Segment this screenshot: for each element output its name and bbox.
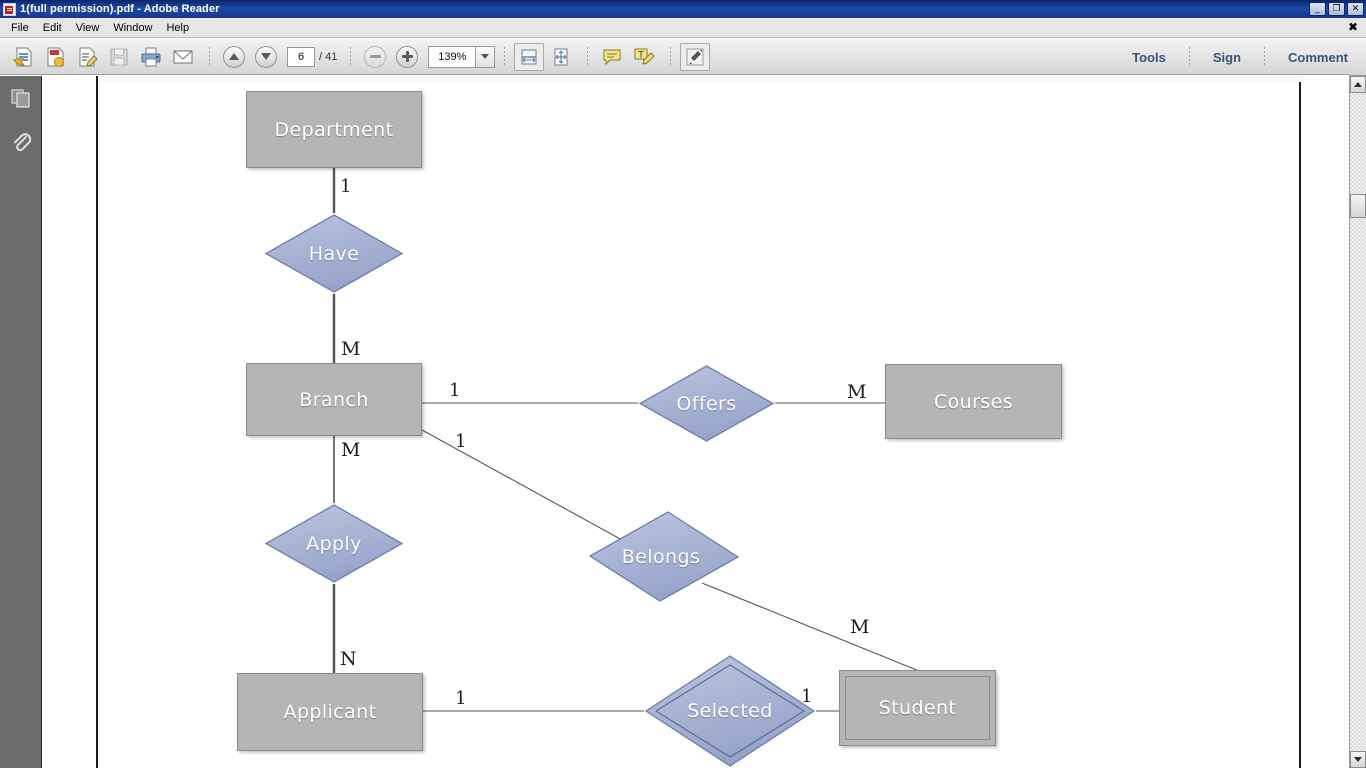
relationship-label: Belongs [621, 545, 701, 568]
close-document-icon[interactable]: ✖ [1348, 21, 1358, 33]
maximize-button[interactable]: ❐ [1328, 2, 1345, 16]
menu-item-edit[interactable]: Edit [36, 20, 69, 36]
toolbar-right-commands: Tools Sign Comment [1118, 39, 1362, 75]
page-total-label: / 41 [319, 50, 338, 63]
navigation-pane [0, 76, 42, 768]
paperclip-icon [13, 133, 32, 152]
right-separator-1 [1188, 47, 1190, 67]
printer-icon[interactable] [136, 43, 166, 71]
relationship-selected[interactable]: Selected [644, 654, 816, 768]
menu-item-window[interactable]: Window [106, 20, 159, 36]
menu-item-view[interactable]: View [69, 20, 107, 36]
pdf-page: Department Branch Courses Applicant Stud… [96, 76, 1303, 768]
entity-applicant[interactable]: Applicant [237, 673, 423, 751]
relationship-apply[interactable]: Apply [264, 503, 404, 584]
window-title-bar[interactable]: 1(full permission).pdf - Adobe Reader _ … [0, 0, 1366, 18]
cardinality-have-branch: M [341, 338, 361, 360]
chevron-down-icon[interactable] [476, 45, 496, 68]
close-button[interactable]: ✕ [1347, 2, 1364, 16]
entity-label: Branch [299, 388, 369, 411]
toolbar-separator-5 [670, 46, 672, 67]
relationship-label: Selected [687, 699, 773, 722]
entity-label: Department [274, 118, 394, 141]
pdf-file-icon [3, 2, 16, 16]
zoom-out-icon[interactable] [360, 43, 390, 71]
page-thumbnails-button[interactable] [0, 76, 42, 120]
er-diagram: Department Branch Courses Applicant Stud… [98, 76, 1303, 768]
sign-button[interactable]: Sign [1199, 44, 1255, 71]
cardinality-department-have: 1 [340, 176, 352, 197]
cardinality-applicant-selected: 1 [455, 688, 467, 709]
entity-branch[interactable]: Branch [246, 363, 422, 436]
scroll-down-arrow-icon[interactable] [1350, 751, 1366, 768]
entity-courses[interactable]: Courses [885, 364, 1062, 439]
document-viewport[interactable]: Department Branch Courses Applicant Stud… [43, 76, 1343, 768]
page-number-input[interactable]: 6 [287, 46, 315, 67]
relationship-belongs[interactable]: Belongs [588, 509, 740, 604]
entity-department[interactable]: Department [246, 91, 422, 168]
toolbar-separator-3 [504, 46, 506, 67]
toolbar-separator-4 [587, 46, 589, 67]
cardinality-selected-student: 1 [801, 686, 813, 707]
entity-label: Student [878, 697, 957, 719]
entity-label: Courses [933, 390, 1014, 413]
page-thumbnails-icon [11, 89, 30, 108]
cardinality-branch-offers: 1 [449, 380, 461, 401]
weak-entity-inner-border: Student [845, 676, 990, 740]
entity-student[interactable]: Student [839, 670, 996, 746]
edit-pdf-icon[interactable] [72, 43, 102, 71]
cardinality-branch-apply: M [341, 439, 361, 461]
toolbar-separator-2 [350, 46, 352, 67]
next-page-icon[interactable] [251, 43, 281, 71]
fit-width-icon[interactable] [514, 42, 545, 71]
svg-text:T: T [638, 50, 645, 60]
minimize-button[interactable]: _ [1309, 2, 1326, 16]
window-title: 1(full permission).pdf - Adobe Reader [20, 3, 220, 15]
envelope-icon[interactable] [168, 43, 198, 71]
vertical-scrollbar[interactable] [1349, 76, 1366, 768]
menu-bar: File Edit View Window Help ✖ [0, 18, 1366, 38]
cardinality-apply-applicant: N [340, 648, 357, 670]
right-separator-2 [1264, 47, 1266, 67]
relationship-label: Offers [676, 392, 737, 415]
scrollbar-track[interactable] [1350, 93, 1366, 751]
read-mode-expand-icon[interactable] [680, 42, 711, 71]
fit-page-icon[interactable] [546, 43, 576, 71]
toolbar-right-edge [1349, 39, 1366, 76]
menu-item-file[interactable]: File [4, 20, 36, 36]
floppy-save-icon[interactable] [104, 43, 134, 71]
relationship-label: Apply [306, 532, 362, 555]
scroll-up-arrow-icon[interactable] [1350, 76, 1366, 93]
main-toolbar: 6 / 41 139% T Tools Sign Comment [0, 39, 1366, 75]
zoom-level-value[interactable]: 139% [428, 45, 477, 68]
zoom-level-combo[interactable]: 139% [428, 45, 496, 68]
highlight-text-icon[interactable]: T [629, 43, 659, 71]
comment-balloon-icon[interactable] [597, 43, 627, 71]
previous-page-icon[interactable] [219, 43, 249, 71]
open-document-icon[interactable] [8, 43, 38, 71]
attachments-button[interactable] [0, 120, 42, 164]
entity-label: Applicant [283, 701, 377, 723]
relationship-have[interactable]: Have [264, 213, 404, 294]
tools-button[interactable]: Tools [1118, 44, 1180, 71]
menu-item-help[interactable]: Help [159, 20, 196, 36]
cardinality-branch-belongs: 1 [455, 431, 467, 452]
window-controls: _ ❐ ✕ [1309, 2, 1364, 16]
toolbar-separator-1 [209, 46, 210, 67]
relationship-label: Have [308, 242, 360, 265]
cardinality-belongs-student: M [850, 616, 870, 638]
cardinality-offers-courses: M [847, 381, 867, 403]
relationship-offers[interactable]: Offers [638, 364, 775, 443]
scrollbar-thumb[interactable] [1350, 194, 1366, 218]
zoom-in-icon[interactable] [392, 43, 422, 71]
create-pdf-icon[interactable] [40, 43, 70, 71]
